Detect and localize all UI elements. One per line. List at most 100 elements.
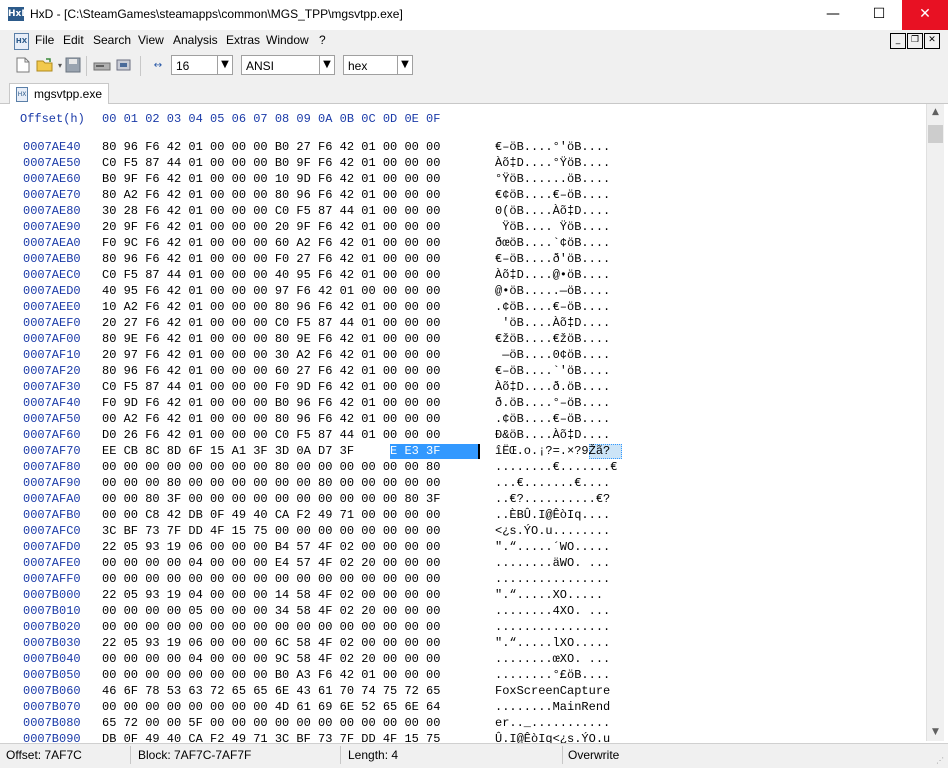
row-hex-bytes[interactable]: 30 28 F6 42 01 00 00 00 C0 F5 87 44 01 0… <box>102 204 440 218</box>
row-ascii-text[interactable]: ........äWO. ... <box>495 556 610 570</box>
chevron-down-icon[interactable]: ▼ <box>319 56 334 74</box>
scroll-down-icon[interactable]: ▼ <box>927 724 944 741</box>
row-ascii-text[interactable]: 'öB....Àõ‡D.... <box>495 316 610 330</box>
row-ascii-text[interactable]: ŸöB.... ŸöB.... <box>495 220 610 234</box>
row-ascii-text[interactable]: ................ <box>495 572 610 586</box>
row-hex-bytes[interactable]: 65 72 00 00 5F 00 00 00 00 00 00 00 00 0… <box>102 716 440 730</box>
row-hex-bytes[interactable]: 22 05 93 19 06 00 00 00 B4 57 4F 02 00 0… <box>102 540 440 554</box>
row-hex-bytes[interactable]: 00 00 00 00 00 00 00 00 00 00 00 00 00 0… <box>102 620 440 634</box>
hex-row[interactable]: 0007B010 00 00 00 00 05 00 00 00 34 58 4F… <box>0 604 926 620</box>
menu-search[interactable]: Search <box>93 33 131 47</box>
menu-analysis[interactable]: Analysis <box>173 33 218 47</box>
hex-row[interactable]: 0007B030 22 05 93 19 06 00 00 00 6C 58 4F… <box>0 636 926 652</box>
hex-row[interactable]: 0007AF90 00 00 00 80 00 00 00 00 00 00 80… <box>0 476 926 492</box>
chevron-down-icon[interactable]: ▼ <box>397 56 412 74</box>
menu-view[interactable]: View <box>138 33 164 47</box>
hex-row[interactable]: 0007AE70 80 A2 F6 42 01 00 00 00 80 96 F6… <box>0 188 926 204</box>
hex-row[interactable]: 0007B040 00 00 00 00 04 00 00 00 9C 58 4F… <box>0 652 926 668</box>
row-ascii-text[interactable]: ..ÈBÛ.I@ÊòIq.... <box>495 508 610 522</box>
mdi-restore-button[interactable]: ❐ <box>907 33 923 49</box>
hex-row[interactable]: 0007B080 65 72 00 00 5F 00 00 00 00 00 00… <box>0 716 926 732</box>
hex-row[interactable]: 0007AF10 20 97 F6 42 01 00 00 00 30 A2 F6… <box>0 348 926 364</box>
minimize-button[interactable]: — <box>810 0 856 30</box>
row-ascii-text[interactable]: er.._........... <box>495 716 610 730</box>
chevron-down-icon[interactable]: ▼ <box>217 56 232 74</box>
tab-mgsvtpp[interactable]: HX mgsvtpp.exe <box>9 83 109 104</box>
hex-row[interactable]: 0007B020 00 00 00 00 00 00 00 00 00 00 00… <box>0 620 926 636</box>
scroll-up-icon[interactable]: ▲ <box>927 104 944 121</box>
row-ascii-text[interactable]: <¿s.ÝO.u........ <box>495 524 610 538</box>
hex-row[interactable]: 0007AEE0 10 A2 F6 42 01 00 00 00 80 96 F6… <box>0 300 926 316</box>
hex-row[interactable]: 0007AF50 00 A2 F6 42 01 00 00 00 80 96 F6… <box>0 412 926 428</box>
hex-row[interactable]: 0007AE80 30 28 F6 42 01 00 00 00 C0 F5 87… <box>0 204 926 220</box>
row-ascii-text[interactable]: €–öB....`'öB.... <box>495 364 610 378</box>
save-icon[interactable] <box>64 57 82 75</box>
row-ascii-text[interactable]: °ŸöB......öB.... <box>495 172 610 186</box>
row-hex-bytes[interactable]: C0 F5 87 44 01 00 00 00 F0 9D F6 42 01 0… <box>102 380 440 394</box>
hex-row[interactable]: 0007AEA0 F0 9C F6 42 01 00 00 00 60 A2 F6… <box>0 236 926 252</box>
hex-row[interactable]: 0007AF70 EE CB 8C 8D 6F 15 A1 3F 3D 0A D7… <box>0 444 926 460</box>
new-file-icon[interactable] <box>14 57 32 75</box>
row-hex-bytes[interactable]: 00 00 00 00 00 00 00 00 4D 61 69 6E 52 6… <box>102 700 440 714</box>
row-hex-bytes[interactable]: 00 A2 F6 42 01 00 00 00 80 96 F6 42 01 0… <box>102 412 440 426</box>
row-ascii-text[interactable]: ð.öB....°–öB.... <box>495 396 610 410</box>
row-hex-bytes[interactable]: 80 A2 F6 42 01 00 00 00 80 96 F6 42 01 0… <box>102 188 440 202</box>
row-ascii-text[interactable]: 0(öB....Àõ‡D.... <box>495 204 610 218</box>
row-hex-bytes[interactable]: 80 96 F6 42 01 00 00 00 B0 27 F6 42 01 0… <box>102 140 440 154</box>
hex-row[interactable]: 0007B070 00 00 00 00 00 00 00 00 4D 61 69… <box>0 700 926 716</box>
hex-row[interactable]: 0007AEB0 80 96 F6 42 01 00 00 00 F0 27 F6… <box>0 252 926 268</box>
charset-select[interactable]: ANSI ▼ <box>241 55 335 75</box>
row-hex-bytes[interactable]: 80 96 F6 42 01 00 00 00 60 27 F6 42 01 0… <box>102 364 440 378</box>
open-disk-icon[interactable] <box>93 57 111 75</box>
row-ascii-text[interactable]: Àõ‡D....ð.öB.... <box>495 380 610 394</box>
row-ascii-text[interactable]: Ð&öB....Àõ‡D.... <box>495 428 610 442</box>
row-hex-bytes[interactable]: 00 00 00 80 00 00 00 00 00 00 80 00 00 0… <box>102 476 440 490</box>
bytes-per-row-select[interactable]: 16 ▼ <box>171 55 233 75</box>
hex-row[interactable]: 0007AF00 80 9E F6 42 01 00 00 00 80 9E F6… <box>0 332 926 348</box>
hex-row[interactable]: 0007AFE0 00 00 00 00 04 00 00 00 E4 57 4F… <box>0 556 926 572</box>
hex-row[interactable]: 0007AE50 C0 F5 87 44 01 00 00 00 B0 9F F6… <box>0 156 926 172</box>
row-ascii-text[interactable]: €¢öB....€–öB.... <box>495 188 610 202</box>
row-hex-bytes[interactable]: 00 00 00 00 00 00 00 00 B0 A3 F6 42 01 0… <box>102 668 440 682</box>
row-hex-bytes[interactable]: 00 00 00 00 00 00 00 00 00 00 00 00 00 0… <box>102 572 440 586</box>
hex-row[interactable]: 0007AF30 C0 F5 87 44 01 00 00 00 F0 9D F6… <box>0 380 926 396</box>
row-hex-bytes[interactable]: 40 95 F6 42 01 00 00 00 97 F6 42 01 00 0… <box>102 284 440 298</box>
hex-row[interactable]: 0007AEC0 C0 F5 87 44 01 00 00 00 40 95 F6… <box>0 268 926 284</box>
maximize-button[interactable]: ☐ <box>856 0 902 30</box>
hex-row[interactable]: 0007AF80 00 00 00 00 00 00 00 00 80 00 00… <box>0 460 926 476</box>
row-ascii-text[interactable]: €–öB....ð'öB.... <box>495 252 610 266</box>
row-ascii-text[interactable]: ...€.......€.... <box>495 476 610 490</box>
row-hex-bytes[interactable]: 22 05 93 19 04 00 00 00 14 58 4F 02 00 0… <box>102 588 440 602</box>
hex-row[interactable]: 0007AF60 D0 26 F6 42 01 00 00 00 C0 F5 87… <box>0 428 926 444</box>
hex-row[interactable]: 0007B050 00 00 00 00 00 00 00 00 B0 A3 F6… <box>0 668 926 684</box>
row-ascii-text[interactable]: €žöB....€žöB.... <box>495 332 610 346</box>
row-ascii-text[interactable]: ........MainRend <box>495 700 610 714</box>
hex-row[interactable]: 0007AFA0 00 00 80 3F 00 00 00 00 00 00 00… <box>0 492 926 508</box>
row-hex-bytes[interactable]: 20 27 F6 42 01 00 00 00 C0 F5 87 44 01 0… <box>102 316 440 330</box>
row-hex-bytes[interactable]: F0 9C F6 42 01 00 00 00 60 A2 F6 42 01 0… <box>102 236 440 250</box>
row-ascii-text[interactable]: ........4XO. ... <box>495 604 610 618</box>
row-hex-bytes[interactable]: 00 00 00 00 04 00 00 00 E4 57 4F 02 20 0… <box>102 556 440 570</box>
row-ascii-text[interactable]: Àõ‡D....°ŸöB.... <box>495 156 610 170</box>
hex-row[interactable]: 0007B000 22 05 93 19 04 00 00 00 14 58 4F… <box>0 588 926 604</box>
row-hex-bytes[interactable]: 3C BF 73 7F DD 4F 15 75 00 00 00 00 00 0… <box>102 524 440 538</box>
row-ascii-text[interactable]: —öB....0¢öB.... <box>495 348 610 362</box>
hex-row[interactable]: 0007AF40 F0 9D F6 42 01 00 00 00 B0 96 F6… <box>0 396 926 412</box>
open-ram-icon[interactable] <box>115 57 133 75</box>
row-hex-bytes[interactable]: 00 00 00 00 00 00 00 00 80 00 00 00 00 0… <box>102 460 440 474</box>
mdi-minimize-button[interactable]: _ <box>890 33 906 49</box>
row-ascii-text[interactable]: €–öB....°'öB.... <box>495 140 610 154</box>
row-hex-bytes[interactable]: EE CB 8C 8D 6F 15 A1 3F 3D 0A D7 3F 39 8… <box>102 444 440 458</box>
hex-row[interactable]: 0007AFB0 00 00 C8 42 DB 0F 49 40 CA F2 49… <box>0 508 926 524</box>
hex-editor[interactable]: Offset(h) 00 01 02 03 04 05 06 07 08 09 … <box>0 104 926 746</box>
row-hex-bytes[interactable]: 00 00 00 00 05 00 00 00 34 58 4F 02 20 0… <box>102 604 440 618</box>
open-folder-icon[interactable] <box>36 57 54 75</box>
row-ascii-text[interactable]: ".“.....lXO..... <box>495 636 610 650</box>
row-ascii-text[interactable]: ".“.....´WO..... <box>495 540 610 554</box>
hex-row[interactable]: 0007AED0 40 95 F6 42 01 00 00 00 97 F6 42… <box>0 284 926 300</box>
row-hex-bytes[interactable]: 22 05 93 19 06 00 00 00 6C 58 4F 02 00 0… <box>102 636 440 650</box>
hex-row[interactable]: 0007AEF0 20 27 F6 42 01 00 00 00 C0 F5 87… <box>0 316 926 332</box>
row-hex-bytes[interactable]: 00 00 80 3F 00 00 00 00 00 00 00 00 00 0… <box>102 492 440 506</box>
hex-row[interactable]: 0007AFF0 00 00 00 00 00 00 00 00 00 00 00… <box>0 572 926 588</box>
row-hex-bytes[interactable]: 80 9E F6 42 01 00 00 00 80 9E F6 42 01 0… <box>102 332 440 346</box>
